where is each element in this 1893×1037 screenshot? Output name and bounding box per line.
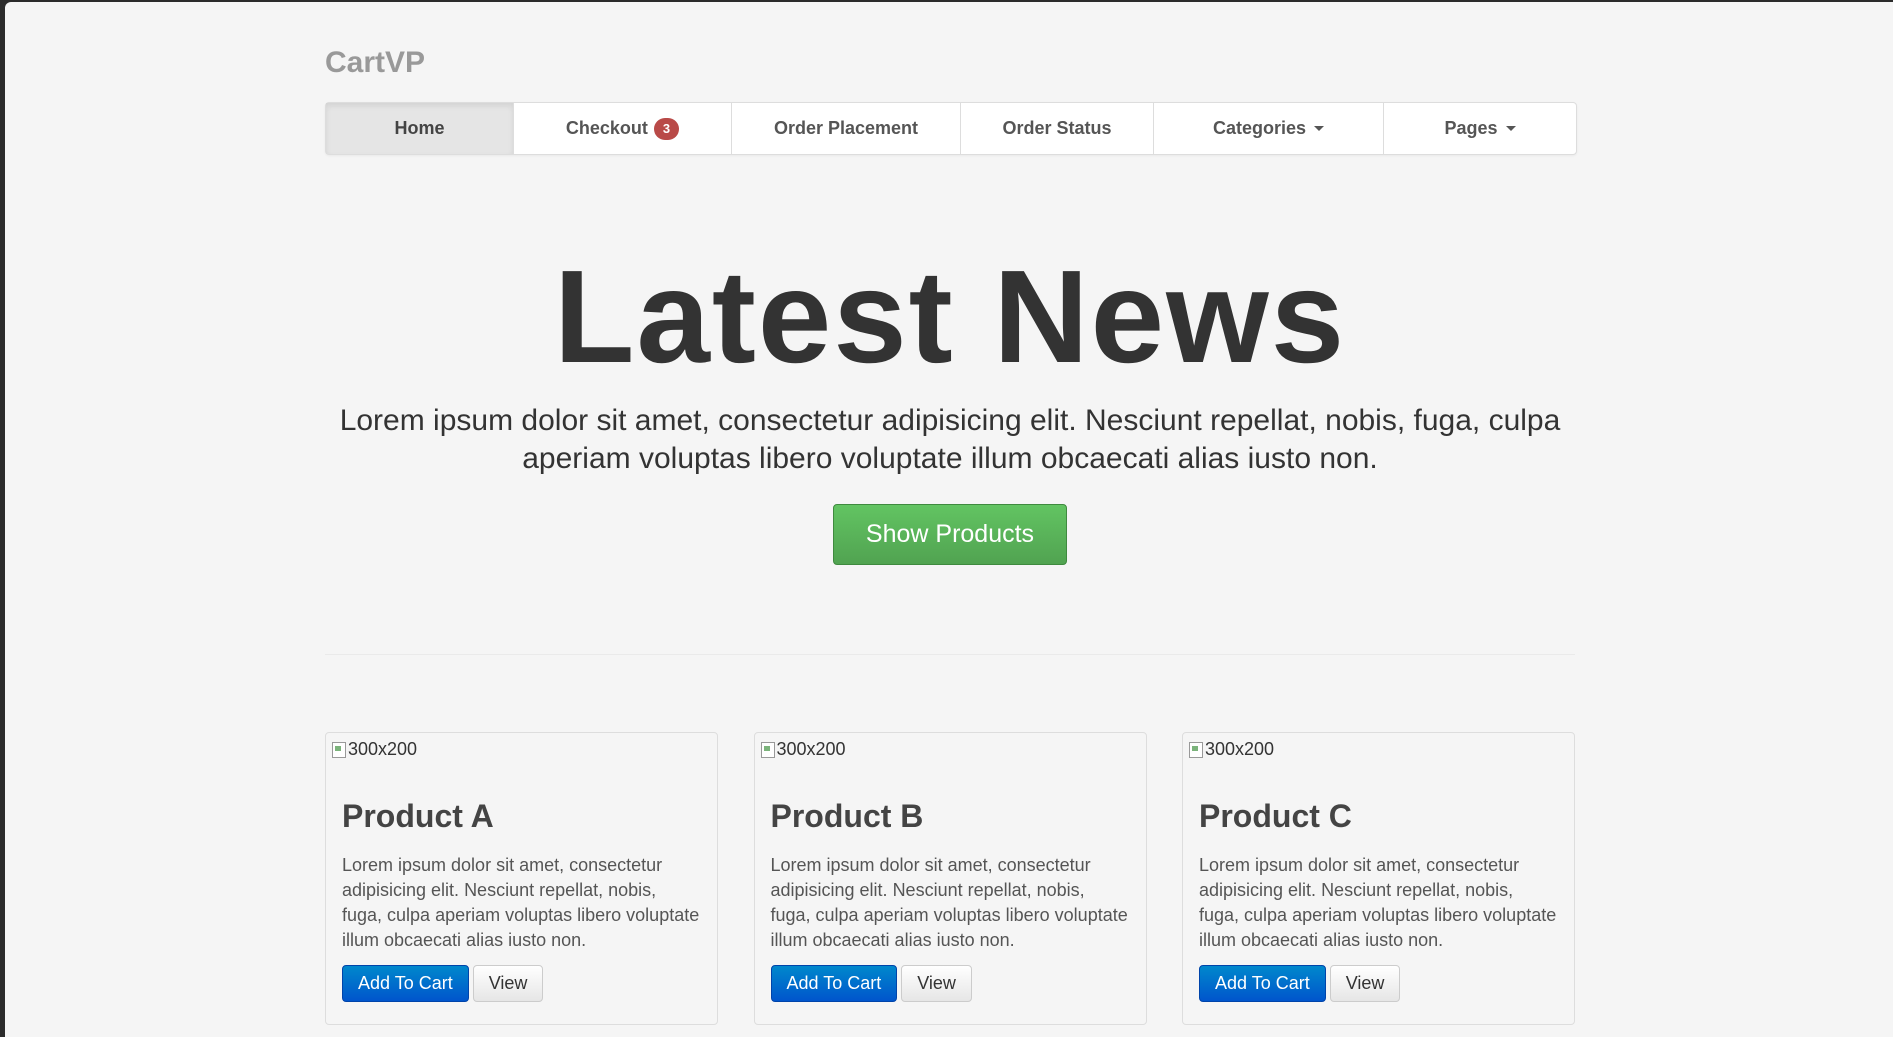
view-button[interactable]: View	[1329, 965, 1401, 1002]
broken-image-icon	[1189, 741, 1203, 758]
product-title: Product A	[342, 798, 494, 834]
caret-down-icon	[1314, 126, 1325, 131]
nav-pages-label: Pages	[1444, 118, 1498, 138]
section-divider	[325, 654, 1575, 655]
cart-count-badge: 3	[653, 117, 680, 140]
nav-order-placement[interactable]: Order Placement	[732, 103, 961, 154]
product-title: Product C	[1199, 798, 1352, 834]
brand-logo[interactable]: CartVP	[325, 46, 425, 80]
product-actions: Add To Cart View	[770, 965, 1130, 1002]
show-products-button[interactable]: Show Products	[832, 504, 1068, 565]
product-card-a: 300x200 Product A Lorem ipsum dolor sit …	[325, 732, 718, 1025]
nav-order-status-label: Order Status	[1002, 118, 1112, 138]
nav-order-placement-label: Order Placement	[773, 118, 919, 138]
view-button[interactable]: View	[472, 965, 544, 1002]
hero-section: Latest News Lorem ipsum dolor sit amet, …	[325, 243, 1575, 565]
products-grid: 300x200 Product A Lorem ipsum dolor sit …	[325, 732, 1575, 1025]
view-button[interactable]: View	[901, 965, 972, 1002]
nav-home[interactable]: Home	[326, 103, 514, 154]
product-actions: Add To Cart View	[342, 965, 701, 1002]
product-title: Product B	[770, 798, 924, 834]
product-actions: Add To Cart View	[1199, 965, 1558, 1002]
add-to-cart-button[interactable]: Add To Cart	[770, 965, 898, 1002]
broken-image-icon	[760, 741, 775, 758]
product-card-c: 300x200 Product C Lorem ipsum dolor sit …	[1182, 732, 1575, 1025]
nav-order-status[interactable]: Order Status	[961, 103, 1154, 154]
add-to-cart-button[interactable]: Add To Cart	[342, 965, 469, 1002]
caret-down-icon	[1505, 126, 1516, 131]
product-description: Lorem ipsum dolor sit amet, consectetur …	[342, 855, 700, 950]
nav-checkout-label: Checkout	[565, 118, 648, 138]
product-image-alt: 300x200	[1205, 739, 1275, 759]
add-to-cart-button[interactable]: Add To Cart	[1199, 965, 1326, 1002]
product-image-alt: 300x200	[776, 739, 846, 759]
nav-categories-dropdown[interactable]: Categories	[1154, 103, 1384, 154]
hero-text: Lorem ipsum dolor sit amet, consectetur …	[339, 404, 1561, 475]
nav-pages-dropdown[interactable]: Pages	[1384, 103, 1576, 154]
broken-image-icon	[332, 741, 346, 758]
nav-checkout[interactable]: Checkout 3	[514, 103, 732, 154]
product-image-alt: 300x200	[348, 739, 418, 759]
nav-categories-label: Categories	[1212, 118, 1307, 138]
product-image: 300x200	[760, 739, 1130, 760]
page: CartVP Home Checkout 3 Order Placement O…	[5, 2, 1893, 1037]
product-description: Lorem ipsum dolor sit amet, consectetur …	[770, 855, 1128, 950]
hero-title: Latest News	[553, 243, 1347, 390]
product-image: 300x200	[332, 739, 701, 760]
product-description: Lorem ipsum dolor sit amet, consectetur …	[1199, 855, 1557, 950]
product-image: 300x200	[1189, 739, 1558, 760]
main-navbar: Home Checkout 3 Order Placement Order St…	[325, 102, 1577, 155]
nav-home-label: Home	[394, 118, 445, 138]
product-card-b: 300x200 Product B Lorem ipsum dolor sit …	[753, 732, 1147, 1025]
